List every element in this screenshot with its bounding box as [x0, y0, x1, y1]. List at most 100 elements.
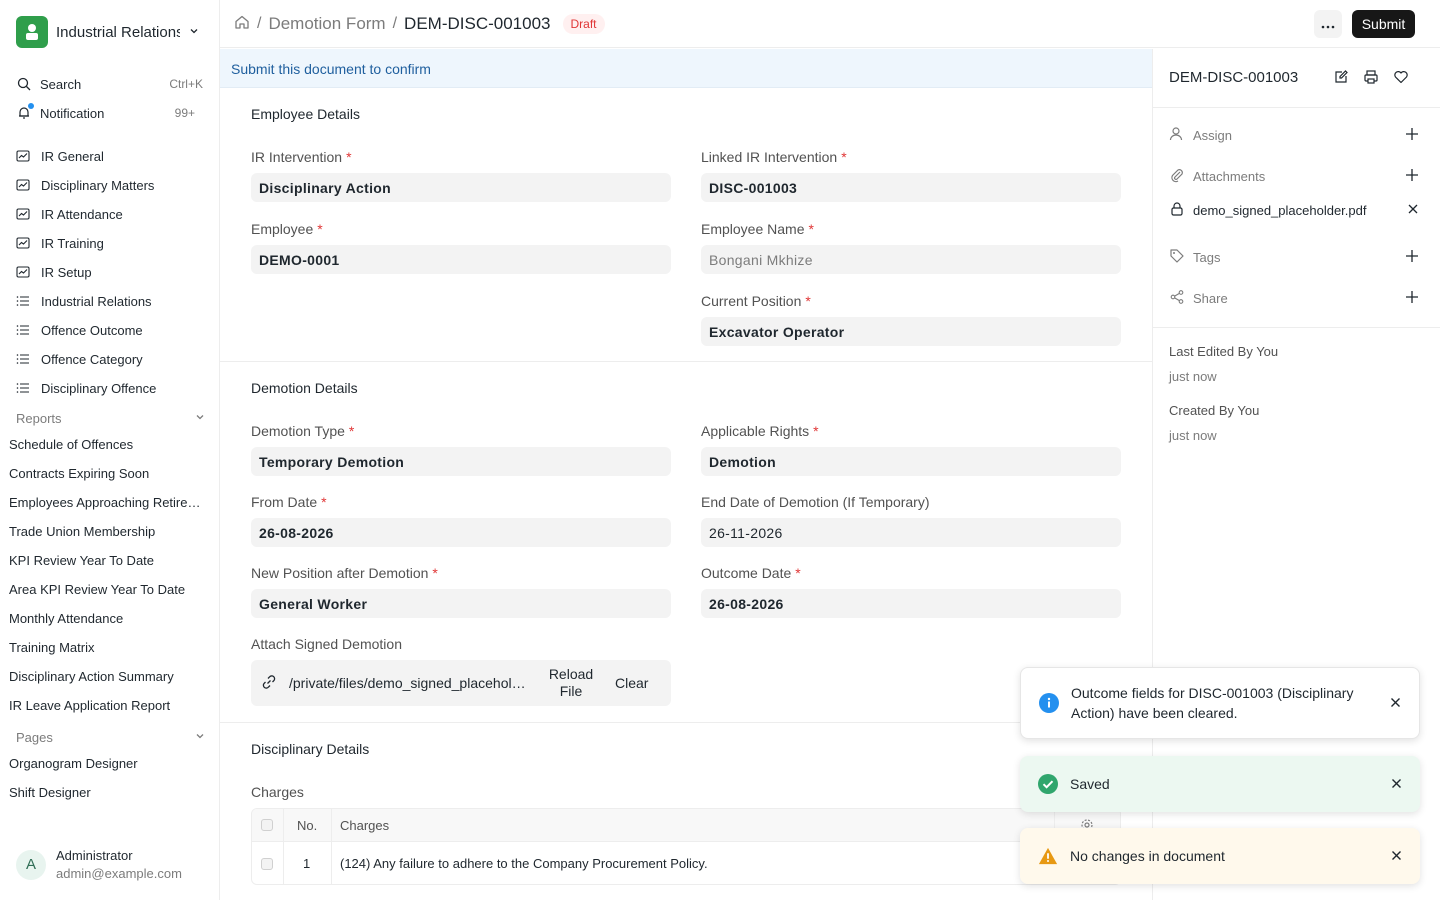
reports-section-header[interactable]: Reports	[16, 408, 206, 428]
pages-section-header[interactable]: Pages	[16, 727, 206, 747]
tags-row[interactable]: Tags	[1169, 246, 1431, 268]
assign-row[interactable]: Assign	[1169, 124, 1431, 146]
reload-file-button[interactable]: Reload File	[539, 666, 603, 700]
sidebar-item-label: Offence Outcome	[41, 322, 143, 338]
user-menu[interactable]: A Administrator admin@example.com	[16, 848, 182, 881]
ir-intervention-field[interactable]: Disciplinary Action	[251, 173, 671, 202]
row-checkbox[interactable]	[261, 842, 273, 884]
add-share-icon[interactable]	[1405, 290, 1419, 307]
report-link[interactable]: Disciplinary Action Summary	[9, 669, 209, 691]
sidebar-item-label: Industrial Relations	[41, 293, 152, 309]
sidebar-item-ir-training[interactable]: IR Training	[9, 230, 209, 256]
section-title-disciplinary: Disciplinary Details	[251, 741, 370, 757]
clear-attachment-button[interactable]: Clear	[615, 675, 648, 691]
attach-signed-demotion-field: /private/files/demo_signed_placeholder.p…	[251, 660, 671, 706]
submit-banner: Submit this document to confirm	[220, 49, 1152, 88]
linked-ir-intervention-field[interactable]: DISC-001003	[701, 173, 1121, 202]
report-link[interactable]: KPI Review Year To Date	[9, 553, 209, 575]
app-switcher[interactable]: Industrial Relations	[16, 16, 206, 48]
table-row[interactable]: 1 (124) Any failure to adhere to the Com…	[252, 842, 1120, 884]
info-icon	[1039, 693, 1059, 713]
attachment-path-link[interactable]: /private/files/demo_signed_placeholder.p…	[289, 675, 531, 691]
demotion-type-field[interactable]: Temporary Demotion	[251, 447, 671, 476]
home-icon[interactable]	[234, 14, 250, 35]
breadcrumb: / Demotion Form / DEM-DISC-001003 Draft	[234, 12, 605, 36]
notification-label: Notification	[40, 105, 105, 121]
new-position-field[interactable]: General Worker	[251, 589, 671, 618]
field-label-demotion-type: Demotion Type *	[251, 423, 355, 439]
print-icon[interactable]	[1363, 69, 1379, 88]
sidebar-item-label: IR General	[41, 148, 104, 164]
report-link[interactable]: Trade Union Membership	[9, 524, 209, 546]
employee-field[interactable]: DEMO-0001	[251, 245, 671, 274]
lock-icon	[1169, 201, 1185, 220]
close-icon[interactable]	[1391, 849, 1402, 864]
share-label: Share	[1193, 290, 1228, 306]
add-attachment-icon[interactable]	[1405, 168, 1419, 185]
chevron-down-icon	[194, 411, 206, 426]
app-name: Industrial Relations	[56, 23, 180, 41]
employee-name-field: Bongani Mkhize	[701, 245, 1121, 274]
column-header-no: No.	[297, 817, 318, 833]
sidebar-item-ir-general[interactable]: IR General	[9, 143, 209, 169]
report-link[interactable]: Training Matrix	[9, 640, 209, 662]
notification-button[interactable]: Notification 99+	[9, 100, 209, 126]
search-button[interactable]: Search Ctrl+K	[9, 71, 209, 97]
sidebar-item-ir-setup[interactable]: IR Setup	[9, 259, 209, 285]
field-label-applicable-rights: Applicable Rights *	[701, 423, 819, 439]
reports-header-label: Reports	[16, 410, 62, 426]
remove-attachment-icon[interactable]	[1407, 203, 1419, 218]
section-title-demotion: Demotion Details	[251, 380, 358, 396]
sidebar-item-offence-category[interactable]: Offence Category	[9, 346, 209, 372]
sidebar-item-label: Disciplinary Matters	[41, 177, 155, 193]
sidebar-item-ir-attendance[interactable]: IR Attendance	[9, 201, 209, 227]
edit-icon[interactable]	[1333, 69, 1349, 88]
applicable-rights-field[interactable]: Demotion	[701, 447, 1121, 476]
created-time: just now	[1169, 428, 1217, 443]
report-link[interactable]: Employees Approaching Retirement	[9, 495, 209, 517]
user-icon	[1169, 126, 1185, 145]
more-actions-button[interactable]	[1314, 10, 1342, 38]
share-icon	[1169, 289, 1185, 308]
page-link[interactable]: Organogram Designer	[9, 756, 209, 778]
breadcrumb-parent[interactable]: Demotion Form	[268, 14, 385, 34]
row-charge: (124) Any failure to adhere to the Compa…	[340, 856, 708, 871]
breadcrumb-separator: /	[392, 15, 398, 32]
from-date-field[interactable]: 26-08-2026	[251, 518, 671, 547]
select-all-checkbox[interactable]	[261, 809, 273, 841]
dashboard-icon	[15, 235, 31, 251]
sidebar-item-label: IR Training	[41, 235, 104, 251]
sidebar-item-industrial-relations[interactable]: Industrial Relations	[9, 288, 209, 314]
sidebar-item-disciplinary-matters[interactable]: Disciplinary Matters	[9, 172, 209, 198]
share-row[interactable]: Share	[1169, 287, 1431, 309]
report-link[interactable]: Area KPI Review Year To Date	[9, 582, 209, 604]
close-icon[interactable]	[1390, 696, 1401, 711]
list-icon	[15, 351, 31, 367]
current-position-field[interactable]: Excavator Operator	[701, 317, 1121, 346]
close-icon[interactable]	[1391, 777, 1402, 792]
end-date-field[interactable]: 26-11-2026	[701, 518, 1121, 547]
breadcrumb-separator: /	[257, 15, 262, 32]
field-label-employee: Employee *	[251, 221, 323, 237]
page-link[interactable]: Shift Designer	[9, 785, 209, 807]
toast-message: Outcome fields for DISC-001003 (Discipli…	[1071, 685, 1354, 721]
heart-icon[interactable]	[1393, 69, 1409, 88]
sidebar-item-offence-outcome[interactable]: Offence Outcome	[9, 317, 209, 343]
doc-name: DEM-DISC-001003	[1169, 69, 1299, 86]
report-link[interactable]: Schedule of Offences	[9, 437, 209, 459]
report-link[interactable]: Monthly Attendance	[9, 611, 209, 633]
report-link[interactable]: IR Leave Application Report	[9, 698, 209, 720]
attachments-row[interactable]: Attachments	[1169, 165, 1431, 187]
add-tag-icon[interactable]	[1405, 249, 1419, 266]
list-icon	[15, 293, 31, 309]
attachment-item[interactable]: demo_signed_placeholder.pdf	[1169, 201, 1431, 220]
toast-message: Saved	[1070, 776, 1110, 792]
attachment-filename: demo_signed_placeholder.pdf	[1193, 203, 1367, 218]
outcome-date-field[interactable]: 26-08-2026	[701, 589, 1121, 618]
report-link[interactable]: Contracts Expiring Soon	[9, 466, 209, 488]
sidebar-item-disciplinary-offence[interactable]: Disciplinary Offence	[9, 375, 209, 401]
add-assign-icon[interactable]	[1405, 127, 1419, 144]
submit-button[interactable]: Submit	[1352, 10, 1415, 38]
avatar: A	[16, 849, 46, 880]
chevron-down-icon	[188, 25, 200, 40]
